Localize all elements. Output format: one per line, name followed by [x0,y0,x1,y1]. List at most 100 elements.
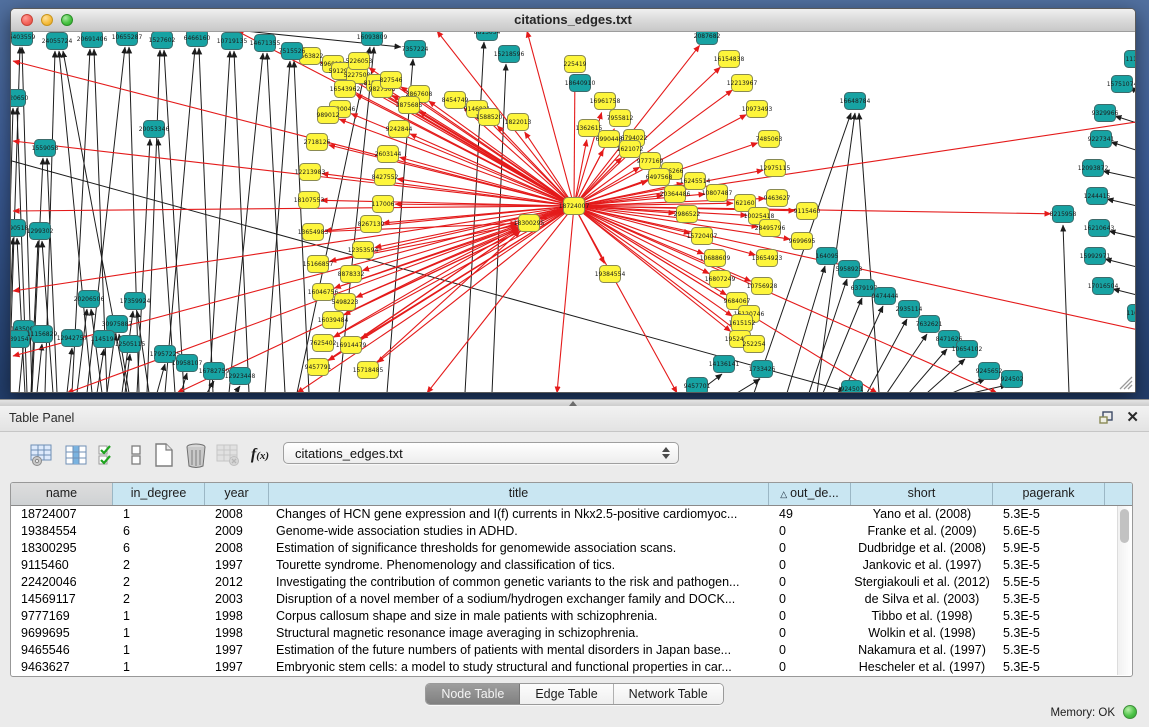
graph-node[interactable]: 8267130 [358,216,385,233]
table-cell[interactable]: 1997 [205,557,269,574]
table-cell[interactable]: Yano et al. (2008) [851,506,993,523]
graph-node[interactable]: 10973493 [742,101,773,118]
graph-node[interactable]: 15720407 [687,228,718,245]
graph-node[interactable]: 30975887 [102,316,133,333]
graph-node[interactable]: 1822013 [505,114,532,131]
graph-node[interactable]: 12353594 [348,242,379,259]
table-cell[interactable]: 9777169 [11,608,113,625]
graph-node[interactable]: 12213967 [727,75,758,92]
table-cell[interactable]: 9463627 [11,659,113,676]
graph-node[interactable]: 2320650 [11,90,29,107]
graph-node[interactable]: 117006 [372,196,395,213]
table-cell[interactable]: 5.3E-5 [993,506,1105,523]
column-header-out_de[interactable]: △out_de... [769,483,851,505]
table-cell[interactable]: 0 [769,591,851,608]
table-row[interactable]: 946362711997Embryonic stem cells: a mode… [11,659,1132,676]
graph-node[interactable]: 11172 [1125,51,1136,68]
close-panel-icon[interactable]: ✕ [1126,410,1139,426]
table-cell[interactable]: 1 [113,608,205,625]
graph-node[interactable]: 7955812 [607,110,634,127]
graph-node[interactable]: 9329966 [1092,105,1119,122]
table-row[interactable]: 977716911998Corpus callosum shape and si… [11,608,1132,625]
table-cell[interactable]: 6 [113,523,205,540]
graph-node[interactable]: 2087682 [694,32,721,45]
table-cell[interactable]: 9465546 [11,642,113,659]
graph-node[interactable]: 2986522 [674,206,701,223]
graph-node[interactable]: 16961758 [590,93,621,110]
graph-node[interactable]: 9474444 [872,288,899,305]
graph-node[interactable]: 12093872 [1078,160,1109,177]
network-window[interactable]: citations_edges.txt 18724007756382289601… [10,8,1136,393]
graph-node[interactable]: 7485063 [756,131,783,148]
table-row[interactable]: 1938455462009Genome-wide association stu… [11,523,1132,540]
graph-node[interactable]: 989012 [317,107,340,124]
graph-node[interactable]: 10654102 [952,341,983,358]
graph-node[interactable]: 1615152 [729,315,756,332]
graph-node[interactable]: 8813054 [474,32,501,41]
table-cell[interactable]: 1 [113,659,205,676]
table-cell[interactable]: 0 [769,574,851,591]
graph-node[interactable]: 8427552 [372,169,399,186]
table-cell[interactable]: Genome-wide association studies in ADHD. [269,523,769,540]
graph-node[interactable]: 20053346 [139,121,170,138]
column-header-pagerank[interactable]: pagerank [993,483,1105,505]
table-cell[interactable]: 2 [113,574,205,591]
table-cell[interactable]: 0 [769,625,851,642]
column-header-year[interactable]: year [205,483,269,505]
table-cell[interactable]: Disruption of a novel member of a sodium… [269,591,769,608]
table-row[interactable]: 1830029562008Estimation of significance … [11,540,1132,557]
graph-node[interactable]: 1733426 [749,361,776,378]
graph-node[interactable]: 10688609 [700,250,731,267]
column-header-title[interactable]: title [269,483,769,505]
table-cell[interactable]: 2008 [205,540,269,557]
delete-table-button[interactable] [214,440,242,470]
graph-node[interactable]: 9457701 [684,378,711,393]
table-cell[interactable]: 5.9E-5 [993,540,1105,557]
table-cell[interactable]: Wolkin et al. (1998) [851,625,993,642]
table-cell[interactable]: 5.3E-5 [993,608,1105,625]
table-cell[interactable]: 9115460 [11,557,113,574]
graph-node[interactable]: 9463627 [764,190,791,207]
table-row[interactable]: 946554611997Estimation of the future num… [11,642,1132,659]
graph-node[interactable]: 19384554 [595,266,626,283]
table-cell[interactable]: Structural magnetic resonance image aver… [269,625,769,642]
graph-node[interactable]: 10719135 [217,33,248,50]
table-cell[interactable]: 1998 [205,625,269,642]
window-resize-grip[interactable] [1118,375,1133,390]
table-cell[interactable]: 1 [113,642,205,659]
table-cell[interactable]: 5.3E-5 [993,642,1105,659]
table-cell[interactable]: 1997 [205,659,269,676]
table-cell[interactable]: 18300295 [11,540,113,557]
graph-node[interactable]: 116753 [1127,305,1135,322]
table-cell[interactable]: Estimation of the future numbers of pati… [269,642,769,659]
graph-node[interactable]: 11156829 [27,326,58,343]
graph-node[interactable]: 8215958 [1050,206,1077,223]
graph-node[interactable]: 15218596 [494,46,525,63]
column-header-name[interactable]: name [11,483,113,505]
graph-node[interactable]: 12923448 [225,368,256,385]
table-cell[interactable]: 5.6E-5 [993,523,1105,540]
table-cell[interactable]: Changes of HCN gene expression and I(f) … [269,506,769,523]
graph-node[interactable]: 6497568 [646,169,673,186]
graph-node[interactable]: 1588520 [476,109,503,126]
table-mode-button[interactable] [28,440,56,470]
graph-node[interactable]: 164095 [816,248,839,265]
graph-node[interactable]: 7625402 [310,335,337,352]
table-cell[interactable]: 18724007 [11,506,113,523]
table-cell[interactable]: 5.3E-5 [993,625,1105,642]
table-cell[interactable]: de Silva et al. (2003) [851,591,993,608]
table-cell[interactable]: 2009 [205,523,269,540]
citation-network-graph[interactable]: 1872400775638228960124591295452275085226… [11,32,1135,392]
graph-node[interactable]: 5226053 [346,53,373,70]
table-cell[interactable]: 0 [769,608,851,625]
graph-node[interactable]: 7632621 [916,316,943,333]
table-cell[interactable]: 19384554 [11,523,113,540]
table-cell[interactable]: Investigating the contribution of common… [269,574,769,591]
table-cell[interactable]: 0 [769,642,851,659]
table-cell[interactable]: 0 [769,659,851,676]
table-cell[interactable]: 1998 [205,608,269,625]
table-cell[interactable]: Estimation of significance thresholds fo… [269,540,769,557]
table-cell[interactable]: 1 [113,506,205,523]
graph-node[interactable]: 9457791 [305,359,332,376]
graph-node[interactable]: 15992971 [1080,248,1111,265]
